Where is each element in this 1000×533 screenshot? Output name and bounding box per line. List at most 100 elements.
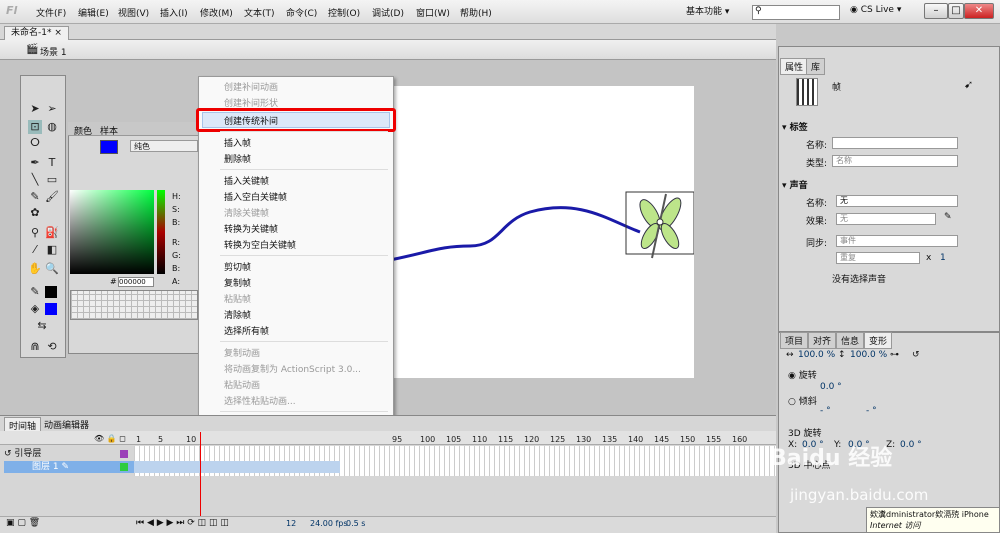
repeat-count[interactable]: 1 (940, 253, 946, 263)
color-type-select[interactable]: 纯色 (130, 140, 198, 152)
rotate-option[interactable]: ◉ 旋转 (788, 368, 817, 381)
context-menu-item[interactable]: 插入关键帧 (224, 174, 269, 187)
menu-file[interactable]: 文件(F) (36, 6, 66, 19)
line-tool-icon[interactable]: ╲ (28, 173, 42, 187)
context-menu-item[interactable]: 清除帧 (224, 308, 251, 321)
help-icon[interactable]: ➹ (964, 78, 973, 91)
tab-library[interactable]: 库 (806, 58, 826, 75)
z-rotation[interactable]: 0.0 ° (900, 440, 922, 450)
scene-breadcrumb[interactable]: 场景 1 (40, 45, 67, 58)
close-tab-icon[interactable]: × (54, 28, 62, 38)
menu-commands[interactable]: 命令(C) (286, 6, 317, 19)
minimize-button[interactable]: – (924, 3, 948, 19)
lasso-tool-icon[interactable]: ⵔ (28, 136, 42, 150)
context-menu-item[interactable]: 创建传统补间 (224, 114, 278, 127)
color-picker-field[interactable] (70, 190, 154, 274)
current-fill-swatch[interactable] (100, 140, 118, 154)
reset-icon[interactable]: ↺ (912, 350, 920, 360)
sync-select[interactable]: 事件 (836, 235, 958, 247)
effect-select[interactable]: 无 (836, 213, 936, 225)
smooth-icon[interactable]: ⟲ (45, 340, 59, 354)
menu-window[interactable]: 窗口(W) (416, 6, 450, 19)
playback-controls[interactable]: ⏮ ◀ ▶ ▶ ⏭ ⟳ ◫ ◫ ◫ (136, 518, 229, 528)
tab-transform[interactable]: 变形 (864, 332, 893, 349)
layer-1[interactable]: 图层 1 ✎ (4, 461, 134, 473)
selection-tool-icon[interactable]: ➤ (28, 102, 42, 116)
help-search-input[interactable]: ⚲ (752, 5, 840, 20)
paint-bucket-tool-icon[interactable]: ⛽ (45, 226, 59, 240)
menu-edit[interactable]: 编辑(E) (78, 6, 109, 19)
fill-color-swatch[interactable] (45, 303, 57, 315)
subselection-tool-icon[interactable]: ➢ (45, 102, 59, 116)
tab-swatches[interactable]: 样本 (98, 124, 120, 137)
repeat-select[interactable]: 重复 (836, 252, 920, 264)
menu-debug[interactable]: 调试(D) (372, 6, 404, 19)
context-menu-item[interactable]: 选择所有帧 (224, 324, 269, 337)
pen-tool-icon[interactable]: ✒ (28, 156, 42, 170)
edit-effect-icon[interactable]: ✎ (944, 212, 952, 222)
context-menu-item[interactable]: 剪切帧 (224, 260, 251, 273)
playhead[interactable] (200, 432, 201, 518)
menu-help[interactable]: 帮助(H) (460, 6, 492, 19)
skew-option[interactable]: ○ 倾斜 (788, 394, 817, 407)
tab-properties[interactable]: 属性 (780, 58, 809, 75)
maximize-button[interactable]: □ (948, 3, 964, 19)
context-menu-item[interactable]: 转换为关键帧 (224, 222, 278, 235)
tab-align[interactable]: 对齐 (808, 332, 837, 349)
hand-tool-icon[interactable]: ✋ (28, 262, 42, 276)
snap-to-objects-icon[interactable]: ⋒ (28, 340, 42, 354)
selected-frames[interactable] (134, 461, 340, 473)
rectangle-tool-icon[interactable]: ▭ (45, 173, 59, 187)
label-type-select[interactable]: 名称 (832, 155, 958, 167)
deco-tool-icon[interactable]: ✿ (28, 206, 42, 220)
zoom-tool-icon[interactable]: 🔍 (45, 262, 59, 276)
workspace-switcher[interactable]: 基本功能 ▾ (686, 4, 744, 20)
fill-color-icon[interactable]: ◈ (28, 302, 42, 316)
context-menu-item[interactable]: 转换为空白关键帧 (224, 238, 296, 251)
width-scale-icon: ↔ (786, 350, 794, 360)
hex-input[interactable]: 000000 (118, 277, 154, 287)
bone-tool-icon[interactable]: ⚲ (28, 226, 42, 240)
menu-modify[interactable]: 修改(M) (200, 6, 233, 19)
brush-tool-icon[interactable]: 🖌 (45, 190, 59, 204)
menu-view[interactable]: 视图(V) (118, 6, 149, 19)
width-scale[interactable]: 100.0 % (798, 350, 835, 360)
height-scale[interactable]: 100.0 % (850, 350, 887, 360)
eraser-tool-icon[interactable]: ◧ (45, 243, 59, 257)
tab-project[interactable]: 项目 (780, 332, 809, 349)
stroke-color-icon[interactable]: ✎ (28, 285, 42, 299)
document-tab[interactable]: 未命名-1* × (4, 26, 69, 40)
context-menu-item[interactable]: 插入空白关键帧 (224, 190, 287, 203)
sound-section[interactable]: ▾ 声音 (782, 178, 808, 191)
layer-buttons[interactable]: ▣ ▢ 🗑 (6, 518, 40, 528)
frame-rate[interactable]: 24.00 fps (310, 519, 348, 528)
sound-name-select[interactable]: 无 (836, 195, 958, 207)
skew-h-value[interactable]: - ° (820, 406, 831, 416)
rotate-value[interactable]: 0.0 ° (820, 382, 842, 392)
frame-name-input[interactable] (832, 137, 958, 149)
tab-info[interactable]: 信息 (836, 332, 865, 349)
close-button[interactable]: ✕ (964, 3, 994, 19)
cs-live-button[interactable]: ◉ CS Live ▾ (850, 5, 901, 15)
menu-insert[interactable]: 插入(I) (160, 6, 188, 19)
brightness-slider[interactable] (157, 190, 165, 274)
skew-v-value[interactable]: - ° (866, 406, 877, 416)
menu-control[interactable]: 控制(O) (328, 6, 360, 19)
eyedropper-tool-icon[interactable]: ⁄ (28, 243, 42, 257)
context-menu-item[interactable]: 复制帧 (224, 276, 251, 289)
pencil-tool-icon[interactable]: ✎ (28, 190, 42, 204)
swap-colors-icon[interactable]: ⇆ (35, 319, 49, 333)
tab-motion-editor[interactable]: 动画编辑器 (40, 417, 93, 432)
tab-color[interactable]: 颜色 (72, 124, 94, 137)
stroke-color-swatch[interactable] (45, 286, 57, 298)
frame-number: 115 (498, 435, 514, 444)
menu-text[interactable]: 文本(T) (244, 6, 275, 19)
free-transform-tool-icon[interactable]: ⊡ (28, 120, 42, 134)
text-tool-icon[interactable]: T (45, 156, 59, 170)
3d-rotation-tool-icon[interactable]: ◍ (45, 120, 59, 134)
context-menu-item[interactable]: 删除帧 (224, 152, 251, 165)
context-menu-item[interactable]: 插入帧 (224, 136, 251, 149)
constrain-icon[interactable]: ⊶ (890, 350, 899, 360)
label-section[interactable]: ▾ 标签 (782, 120, 808, 133)
layer-guide[interactable]: ↺ 引导层 (4, 448, 134, 460)
